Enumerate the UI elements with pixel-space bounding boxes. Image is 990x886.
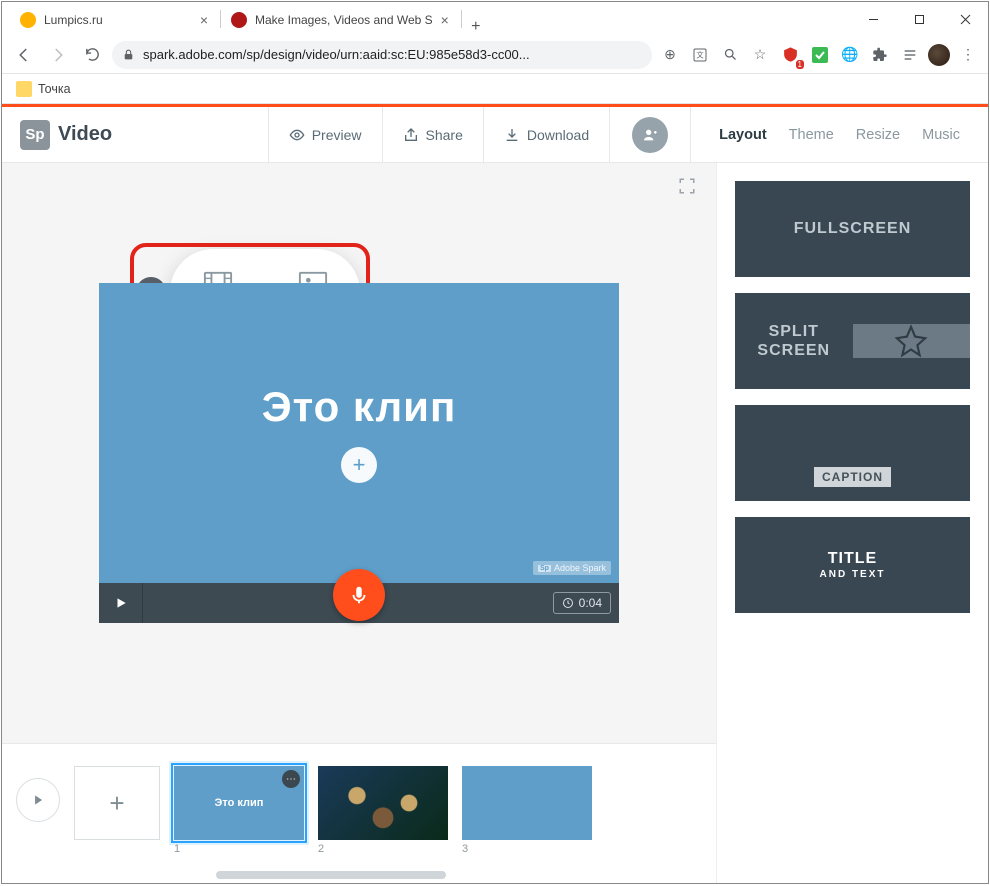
logo-icon: Sp: [20, 120, 50, 150]
slide-canvas[interactable]: Это клип + Sp Adobe Spark: [99, 283, 619, 583]
reload-button[interactable]: [78, 41, 106, 69]
stage: Это клип + Sp Adobe Spark: [99, 283, 619, 623]
tab-music[interactable]: Music: [922, 127, 960, 143]
clock-icon: [562, 597, 574, 609]
tab-resize[interactable]: Resize: [856, 127, 900, 143]
timeline: + ⋯ Это клип 1 2 3: [2, 743, 716, 883]
star-icon[interactable]: ☆: [748, 43, 772, 67]
tab-theme[interactable]: Theme: [789, 127, 834, 143]
profile-avatar[interactable]: [928, 44, 950, 66]
share-icon: [403, 127, 419, 143]
download-icon: [504, 127, 520, 143]
play-icon: [114, 596, 128, 610]
record-button[interactable]: [333, 569, 385, 621]
extension-adblock-icon[interactable]: [778, 43, 802, 67]
browser-tab[interactable]: Lumpics.ru ×: [10, 4, 220, 36]
favicon-icon: [20, 12, 36, 28]
browser-tabstrip: Lumpics.ru × Make Images, Videos and Web…: [2, 2, 988, 36]
timeline-thumb[interactable]: ⋯ Это клип: [174, 766, 304, 840]
add-text-button[interactable]: +: [341, 447, 377, 483]
microphone-icon: [348, 584, 370, 606]
layout-fullscreen[interactable]: FULLSCREEN: [735, 181, 970, 277]
favicon-icon: [231, 12, 247, 28]
eye-icon: [289, 127, 305, 143]
browser-toolbar: spark.adobe.com/sp/design/video/urn:aaid…: [2, 36, 988, 74]
translate-icon[interactable]: 文: [688, 43, 712, 67]
share-button[interactable]: Share: [382, 107, 483, 162]
add-slide-button[interactable]: +: [74, 766, 160, 840]
slide-title[interactable]: Это клип: [262, 383, 457, 431]
back-button[interactable]: [10, 41, 38, 69]
extensions-icon[interactable]: [868, 43, 892, 67]
lock-icon: [122, 48, 135, 61]
fullscreen-icon[interactable]: [678, 177, 696, 195]
layout-caption[interactable]: CAPTION: [735, 405, 970, 501]
zoom-icon[interactable]: [718, 43, 742, 67]
play-all-button[interactable]: [16, 778, 60, 822]
reading-list-icon[interactable]: [898, 43, 922, 67]
tab-title: Make Images, Videos and Web S: [255, 13, 433, 27]
menu-icon[interactable]: ⋮: [956, 43, 980, 67]
forward-button[interactable]: [44, 41, 72, 69]
install-icon[interactable]: ⊕: [658, 43, 682, 67]
new-tab-button[interactable]: +: [462, 18, 490, 36]
extension-globe-icon[interactable]: 🌐: [838, 43, 862, 67]
user-plus-icon: [642, 127, 658, 143]
download-button[interactable]: Download: [483, 107, 609, 162]
layout-title-text[interactable]: TITLE AND TEXT: [735, 517, 970, 613]
timeline-thumb[interactable]: [462, 766, 592, 840]
close-icon[interactable]: ×: [200, 12, 208, 28]
timeline-thumb[interactable]: [318, 766, 448, 840]
brand[interactable]: Sp Video: [2, 120, 268, 150]
svg-text:文: 文: [696, 50, 704, 59]
play-icon: [31, 793, 45, 807]
player-bar: 0:04: [99, 583, 619, 623]
watermark: Sp Adobe Spark: [533, 561, 611, 575]
layout-panel: FULLSCREEN SPLIT SCREEN CAPTION TITLE AN…: [716, 163, 988, 883]
close-window-button[interactable]: [942, 2, 988, 36]
address-bar[interactable]: spark.adobe.com/sp/design/video/urn:aaid…: [112, 41, 652, 69]
brand-name: Video: [58, 123, 112, 146]
tab-title: Lumpics.ru: [44, 13, 192, 27]
close-icon[interactable]: ×: [441, 12, 449, 28]
minimize-button[interactable]: [850, 2, 896, 36]
layout-split-screen[interactable]: SPLIT SCREEN: [735, 293, 970, 389]
folder-icon: [16, 81, 32, 97]
bookmarks-bar: Точка: [2, 74, 988, 104]
browser-tab[interactable]: Make Images, Videos and Web S ×: [221, 4, 461, 36]
tab-layout[interactable]: Layout: [719, 127, 767, 143]
play-button[interactable]: [99, 583, 143, 623]
preview-button[interactable]: Preview: [268, 107, 382, 162]
scrollbar[interactable]: [216, 871, 446, 879]
app-header: Sp Video Preview Share Download: [2, 107, 988, 163]
duration-button[interactable]: 0:04: [553, 592, 611, 614]
url-text: spark.adobe.com/sp/design/video/urn:aaid…: [143, 47, 530, 62]
invite-button[interactable]: [632, 117, 668, 153]
bookmark-item[interactable]: Точка: [38, 82, 71, 96]
star-icon: [894, 324, 928, 358]
maximize-button[interactable]: [896, 2, 942, 36]
extension-check-icon[interactable]: [808, 43, 832, 67]
